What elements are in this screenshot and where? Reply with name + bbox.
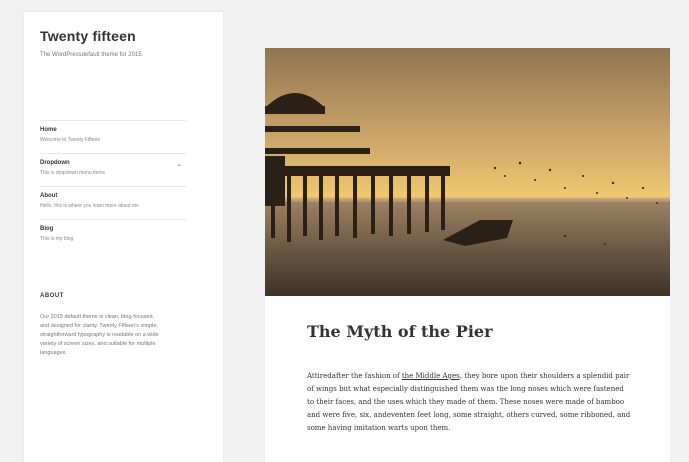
menu-item-label: About [40, 193, 58, 199]
widget-text: Our 2015 default theme is clean, blog-fo… [40, 314, 159, 356]
menu-item-description: Welcome to Twenty Fifteen [40, 137, 101, 143]
menu-item-label: Blog [40, 226, 54, 232]
menu-item-label: Dropdown [40, 160, 70, 166]
menu-item-description: This is my blog [40, 236, 74, 242]
menu-item-description: This is dropdown menu items [40, 170, 106, 176]
chevron-down-icon[interactable]: ⌄ [176, 160, 182, 168]
menu-item-about[interactable]: About Hello, this is where you learn mor… [40, 186, 186, 219]
site-description: The WordPressdefault theme for 2015. [40, 52, 144, 58]
site-title[interactable]: Twenty fifteen [40, 28, 136, 44]
post-card: The Myth of the Pier Attiredafter the fa… [265, 48, 670, 462]
post-body: Attiredafter the fashion of the Middle A… [307, 370, 632, 435]
post-body-text: Attiredafter the fashion of [307, 372, 402, 380]
post-title[interactable]: The Myth of the Pier [307, 322, 493, 341]
featured-image[interactable] [265, 48, 670, 296]
menu-item-label: Home [40, 127, 57, 133]
post-body-text: , they bore upon their shoulders a splen… [307, 372, 631, 432]
menu-item-dropdown[interactable]: Dropdown This is dropdown menu items ⌄ [40, 153, 186, 186]
menu-item-description: Hello, this is where you learn more abou… [40, 203, 139, 209]
menu-item-blog[interactable]: Blog This is my blog [40, 219, 186, 252]
post-link[interactable]: the Middle Ages [402, 372, 460, 380]
main-menu: Home Welcome to Twenty Fifteen Dropdown … [40, 120, 186, 252]
widget-title: ABOUT [40, 293, 64, 299]
menu-item-home[interactable]: Home Welcome to Twenty Fifteen [40, 120, 186, 153]
